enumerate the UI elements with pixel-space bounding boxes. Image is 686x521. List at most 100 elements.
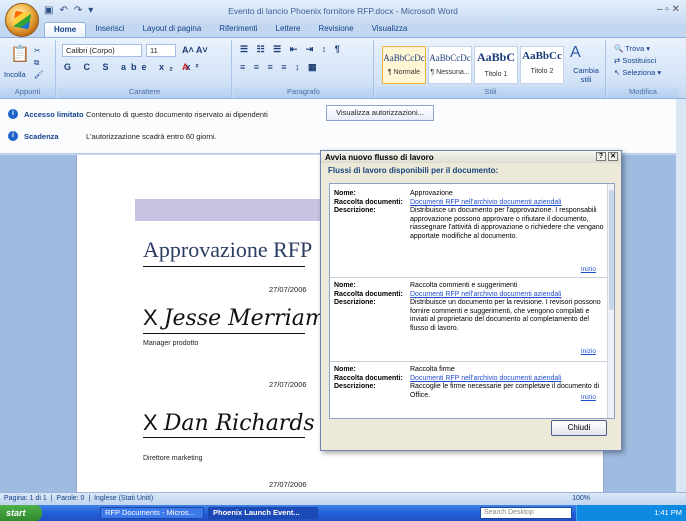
title-bar: Evento di lancio Phoenix fornitore RFP.d…	[0, 0, 686, 24]
wf-desc-row: Descrizione: Distribuisce un documento pe…	[334, 207, 610, 241]
wf-library-link[interactable]: Documenti RFP nell'archivio documenti az…	[410, 199, 610, 208]
tab-references[interactable]: Riferimenti	[210, 22, 266, 37]
ribbon-tabs: Home Inserisci Layout di pagina Riferime…	[44, 22, 416, 37]
wf-desc: Distribuisce un documento per l'approvaz…	[410, 207, 604, 240]
font-name-select[interactable]: Calibri (Corpo)	[62, 44, 142, 57]
replace-button[interactable]: ⇄ Sostituisci	[614, 56, 656, 65]
name-label: Nome:	[334, 190, 356, 197]
paste-button[interactable]: Incolla	[4, 70, 26, 79]
restricted-access-key: Accesso limitato	[24, 109, 84, 119]
wf-name: Raccolta firme	[410, 366, 455, 373]
qat-dropdown-icon[interactable]: ▾	[88, 5, 93, 16]
help-icon[interactable]: ?	[596, 152, 606, 161]
style-normal[interactable]: AaBbCcDc ¶ Normale	[382, 46, 426, 84]
workflow-list-scrollbar[interactable]	[607, 184, 614, 418]
name-label: Nome:	[334, 366, 356, 373]
start-link[interactable]: Inizio	[581, 348, 596, 355]
signature-1-line	[143, 333, 305, 334]
style-no-spacing[interactable]: AaBbCcDc ¶ Nessuna...	[428, 46, 472, 84]
task-phoenix-launch[interactable]: Phoenix Launch Event...	[208, 507, 318, 519]
redo-icon[interactable]: ↷	[74, 5, 82, 16]
group-styles: AaBbCcDc ¶ Normale AaBbCcDc ¶ Nessuna... A…	[376, 40, 606, 98]
message-bar: i Accesso limitato Contenuto di questo d…	[0, 99, 686, 154]
close-icon[interactable]: ✕	[608, 152, 618, 161]
date-1: 27/07/2006	[269, 285, 307, 294]
font-color-icon[interactable]: A	[182, 62, 189, 72]
wf-library-row: Raccolta documenti: Documenti RFP nell'ar…	[334, 375, 610, 384]
select-button[interactable]: ↖ Seleziona ▾	[614, 68, 661, 77]
paste-icon[interactable]: 📋	[10, 44, 30, 64]
wf-desc-row: Descrizione: Distribuisce un documento pe…	[334, 299, 610, 333]
style-name: ¶ Nessuna...	[430, 69, 470, 76]
tab-page-layout[interactable]: Layout di pagina	[134, 22, 211, 37]
start-workflow-dialog: Avvia nuovo flusso di lavoro ? ✕ Flussi …	[320, 150, 622, 451]
tab-review[interactable]: Revisione	[309, 22, 362, 37]
wf-library-row: Raccolta documenti: Documenti RFP nell'ar…	[334, 291, 610, 300]
scroll-thumb[interactable]	[609, 190, 614, 310]
replace-label: Sostituisci	[622, 56, 657, 65]
paragraph-label: Paragrafo	[234, 87, 373, 98]
start-button[interactable]: start	[0, 505, 42, 521]
undo-icon[interactable]: ↶	[59, 5, 67, 16]
window-title: Evento di lancio Phoenix fornitore RFP.d…	[228, 6, 458, 16]
group-font: Calibri (Corpo) 11 A˄ A˅ G C S abe x₂ x²…	[58, 40, 232, 98]
tab-view[interactable]: Visualizza	[363, 22, 417, 37]
desktop-search-input[interactable]: Search Desktop	[480, 507, 572, 519]
cut-icon[interactable]: ✂	[34, 46, 40, 55]
style-heading2[interactable]: AaBbCc Titolo 2	[520, 46, 564, 84]
style-sample: AaBbCc	[522, 50, 562, 62]
align-icons[interactable]: ≡ ≡ ≡ ≡ ↕ ▦	[240, 62, 320, 73]
workflow-item-approval[interactable]: Nome: Approvazione Raccolta documenti: Doc…	[330, 190, 610, 278]
info-icon: i	[8, 131, 18, 141]
workflow-item-feedback[interactable]: Nome: Raccolta commenti e suggerimenti Ra…	[330, 282, 610, 362]
expiry-row: i Scadenza L'autorizzazione scadrà entro…	[8, 131, 217, 141]
save-icon[interactable]: ▣	[44, 5, 53, 16]
tab-insert[interactable]: Inserisci	[86, 22, 133, 37]
change-styles-icon[interactable]: A	[570, 44, 581, 62]
start-link[interactable]: Inizio	[581, 394, 596, 401]
wf-library-link[interactable]: Documenti RFP nell'archivio documenti az…	[410, 375, 610, 384]
role-1: Manager prodotto	[143, 340, 199, 347]
signature-2-text: Dan Richards	[163, 411, 315, 436]
group-editing: 🔍 Trova ▾ ⇄ Sostituisci ↖ Seleziona ▾ Mo…	[608, 40, 678, 98]
group-paragraph: ☰ ☷ ☰ ⇤ ⇥ ↕ ¶ ≡ ≡ ≡ ≡ ↕ ▦ Paragrafo	[234, 40, 374, 98]
change-styles-button[interactable]: Cambia stili	[568, 66, 604, 84]
wf-name: Approvazione	[410, 190, 453, 197]
clipboard-label: Appunti	[0, 87, 55, 98]
wf-library-row: Raccolta documenti: Documenti RFP nell'ar…	[334, 199, 610, 208]
style-name: Titolo 1	[484, 71, 508, 78]
dialog-header: Flussi di lavoro disponibili per il docu…	[328, 166, 499, 175]
wf-name: Raccolta commenti e suggerimenti	[410, 282, 518, 289]
grow-font-icon[interactable]: A˄ A˅	[182, 45, 208, 55]
find-button[interactable]: 🔍 Trova ▾	[614, 44, 650, 53]
window-controls[interactable]: – ▫ ✕	[657, 4, 680, 15]
font-size-select[interactable]: 11	[146, 44, 176, 57]
workflow-item-signatures[interactable]: Nome: Raccolta firme Raccolta documenti: D…	[330, 366, 610, 416]
signature-1: X Jesse Merriam	[143, 305, 326, 331]
copy-icon[interactable]: ⧉	[34, 58, 39, 68]
role-2: Direttore marketing	[143, 455, 203, 462]
library-label: Raccolta documenti:	[334, 198, 403, 206]
vertical-scrollbar[interactable]	[676, 99, 686, 503]
start-link[interactable]: Inizio	[581, 266, 596, 273]
wf-name-row: Nome: Raccolta firme	[334, 366, 610, 375]
status-bar: Pagina: 1 di 1 | Parole: 0 | Inglese (St…	[0, 492, 686, 504]
office-button[interactable]	[5, 3, 39, 37]
view-permissions-button[interactable]: Visualizza autorizzazioni...	[326, 105, 434, 121]
wf-name-row: Nome: Raccolta commenti e suggerimenti	[334, 282, 610, 291]
zoom-level[interactable]: 100%	[572, 493, 590, 505]
tab-home[interactable]: Home	[44, 22, 87, 37]
tab-mailings[interactable]: Lettere	[267, 22, 310, 37]
word-count[interactable]: Parole: 0	[56, 495, 84, 502]
system-tray: 1:41 PM	[576, 505, 686, 521]
style-heading1[interactable]: AaBbC Titolo 1	[474, 46, 518, 84]
wf-library-link[interactable]: Documenti RFP nell'archivio documenti az…	[410, 291, 610, 300]
date-2: 27/07/2006	[269, 380, 307, 389]
format-painter-icon[interactable]: 🖌	[34, 70, 44, 79]
style-name: ¶ Normale	[387, 69, 421, 76]
close-button[interactable]: Chiudi	[551, 420, 607, 436]
list-icons[interactable]: ☰ ☷ ☰ ⇤ ⇥ ↕ ¶	[240, 44, 343, 55]
task-rfp-documents[interactable]: RFP Documents - Micros...	[100, 507, 204, 519]
language[interactable]: Inglese (Stati Uniti)	[94, 495, 153, 502]
page-count[interactable]: Pagina: 1 di 1	[4, 495, 47, 502]
